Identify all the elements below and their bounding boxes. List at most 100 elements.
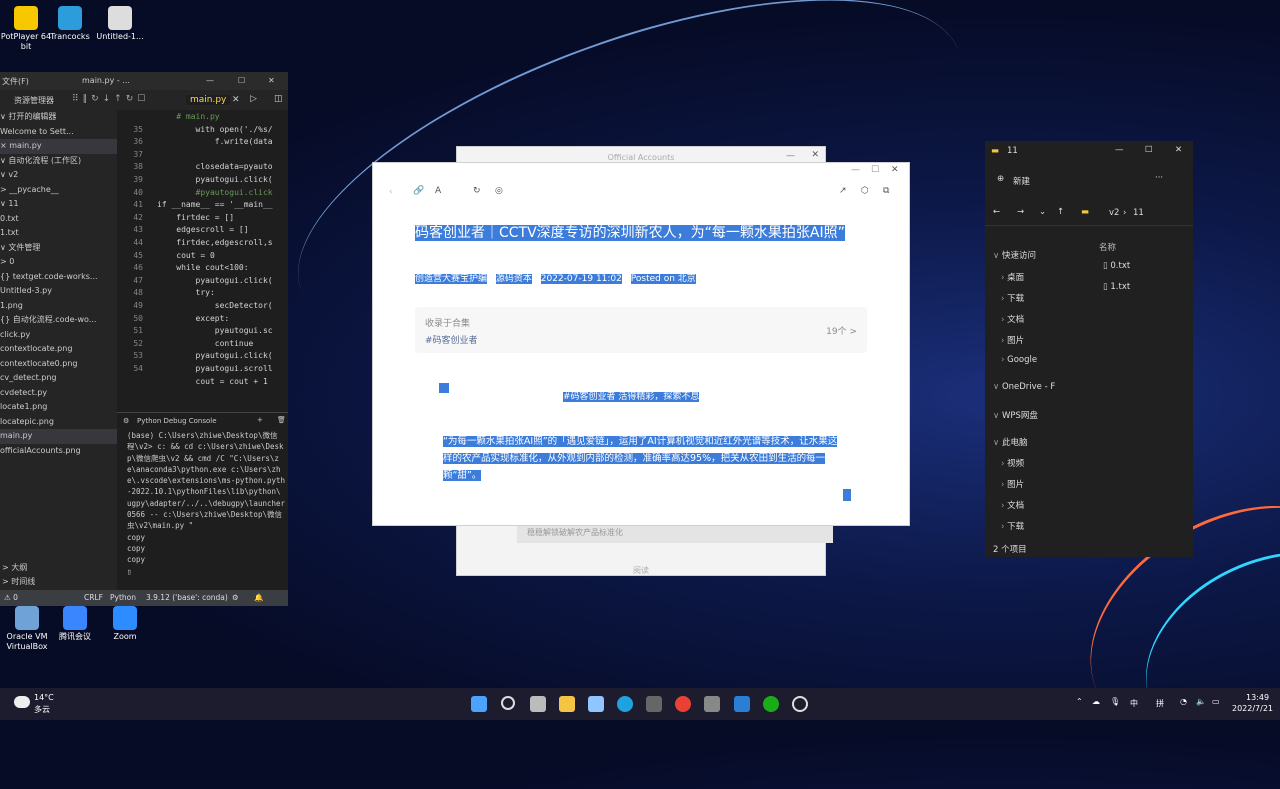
path-segment[interactable]: v2 (1109, 208, 1119, 218)
code-editor[interactable]: # main.py 35 with open('./%s/36 f.write(d… (117, 110, 288, 410)
mic-icon[interactable]: 🎙 (1110, 697, 1120, 706)
account-name[interactable]: 源码资本 (495, 274, 532, 284)
terminal[interactable]: (base) C:\Users\zhiwe\Desktop\微信 程\v2> c:… (117, 430, 288, 590)
explorer-item[interactable]: ∨ 11 (0, 197, 117, 212)
nav-item[interactable]: › 下载 (1001, 520, 1024, 532)
nav-item[interactable]: › 文档 (1001, 313, 1024, 325)
weather-desc[interactable]: 多云 (34, 704, 50, 715)
nav-item[interactable]: ∨ OneDrive - F (993, 382, 1055, 392)
new-button[interactable]: 新建 (1013, 175, 1030, 187)
explorer-item[interactable]: ∨ 打开的编辑器 (0, 110, 117, 125)
tray-chevron-icon[interactable]: ⌃ (1076, 697, 1083, 706)
explorer-item[interactable]: Welcome to Sett... (0, 125, 117, 140)
file-item[interactable]: ▯ 0.txt (1103, 261, 1130, 271)
maximize-icon[interactable]: ☐ (238, 76, 245, 85)
nav-item[interactable]: ∨ 快速访问 (993, 249, 1036, 261)
explorer-item[interactable]: > __pycache__ (0, 183, 117, 198)
link-icon[interactable]: 🔗 (413, 186, 424, 196)
explorer-item[interactable]: {} textget.code-works... (0, 270, 117, 285)
explorer-item[interactable]: > 0 (0, 255, 117, 270)
explorer-item[interactable]: locatepic.png (0, 415, 117, 430)
share-icon[interactable]: ↗ (839, 186, 847, 196)
path-segment[interactable]: 11 (1133, 208, 1144, 218)
desktop-icon-zoom[interactable]: Zoom (98, 606, 152, 642)
ime-mode[interactable]: 拼 (1156, 698, 1164, 709)
volume-icon[interactable]: 🔈 (1196, 697, 1206, 706)
column-header[interactable]: 名称 (1099, 241, 1116, 253)
new-icon[interactable]: ⊕ (997, 174, 1004, 184)
menu-file[interactable]: 文件(F) (2, 76, 29, 87)
nav-item[interactable]: › 图片 (1001, 478, 1024, 490)
task-view-icon[interactable] (530, 696, 546, 712)
language-status[interactable]: Python (110, 593, 136, 602)
explorer-item[interactable]: Untitled-3.py (0, 284, 117, 299)
ime-lang[interactable]: 中 (1130, 698, 1138, 709)
nav-item[interactable]: › 文档 (1001, 499, 1024, 511)
run-icon[interactable]: ▷ (250, 94, 257, 104)
vscode-icon[interactable] (734, 696, 750, 712)
add-terminal-icon[interactable]: + (257, 416, 263, 424)
close-icon[interactable]: ✕ (1175, 145, 1182, 155)
store-icon[interactable] (646, 696, 662, 712)
edge-icon[interactable] (617, 696, 633, 712)
nav-item[interactable]: › Google (1001, 355, 1037, 365)
minimize-icon[interactable]: — (1115, 145, 1124, 155)
start-icon[interactable] (471, 696, 487, 712)
font-icon[interactable]: A (435, 186, 441, 196)
eol-status[interactable]: CRLF (84, 593, 103, 602)
close-tab-icon[interactable]: ✕ (232, 95, 240, 105)
close-icon[interactable]: ✕ (268, 76, 275, 85)
file-item[interactable]: ▯ 1.txt (1103, 282, 1130, 292)
wechat-icon[interactable] (763, 696, 779, 712)
explorer-item[interactable]: main.py (0, 429, 117, 444)
tab-main-py[interactable]: main.py (186, 95, 231, 105)
onedrive-icon[interactable]: ☁ (1092, 697, 1100, 706)
photos-icon[interactable] (588, 696, 604, 712)
chrome-icon[interactable] (675, 696, 691, 712)
explorer-item[interactable]: cv_detect.png (0, 371, 117, 386)
minimize-icon[interactable]: — (206, 76, 214, 85)
explorer-item[interactable]: locate1.png (0, 400, 117, 415)
minimize-icon[interactable]: — (786, 151, 795, 161)
debug-toolbar[interactable]: ⠿‖↻↓↑↻☐ (72, 94, 149, 104)
back-icon[interactable]: ‹ (389, 187, 393, 197)
nav-item[interactable]: › 视频 (1001, 457, 1024, 469)
minimize-icon[interactable]: — (851, 165, 860, 175)
explorer-item[interactable]: ∨ v2 (0, 168, 117, 183)
more-icon[interactable]: ··· (1155, 173, 1163, 183)
cube-icon[interactable]: ⬡ (861, 186, 869, 196)
explorer-item[interactable]: × main.py (0, 139, 117, 154)
pin-icon[interactable]: ⧉ (883, 186, 889, 196)
close-icon[interactable]: ✕ (811, 150, 819, 160)
terminal-tab[interactable]: Python Debug Console (137, 417, 217, 425)
interpreter-status[interactable]: 3.9.12 ('base': conda) (146, 593, 228, 602)
explorer-item[interactable]: contextlocate.png (0, 342, 117, 357)
explorer-item[interactable]: officialAccounts.png (0, 444, 117, 459)
outline-section[interactable]: > 大纲 (2, 562, 27, 573)
search-icon[interactable] (501, 696, 515, 710)
trash-icon[interactable]: 🗑 (277, 416, 286, 424)
explorer-item[interactable]: 1.txt (0, 226, 117, 241)
explorer-item[interactable]: 0.txt (0, 212, 117, 227)
remote-icon[interactable]: ⚠ 0 (4, 593, 18, 602)
weather-temp[interactable]: 14°C (34, 693, 54, 702)
settings-icon[interactable] (792, 696, 808, 712)
explorer-item[interactable]: click.py (0, 328, 117, 343)
desktop-icon-virtualbox[interactable]: Oracle VM VirtualBox (0, 606, 54, 652)
nav-item[interactable]: › 下载 (1001, 292, 1024, 304)
desktop-icon-untitled[interactable]: Untitled-1... (94, 6, 146, 42)
explorer-item[interactable]: contextlocate0.png (0, 357, 117, 372)
timeline-section[interactable]: > 时间线 (2, 576, 35, 587)
browser-icon[interactable]: ◎ (495, 186, 503, 196)
bell-icon[interactable]: 🔔 (254, 593, 263, 602)
explorer-item[interactable]: cvdetect.py (0, 386, 117, 401)
back-icon[interactable]: ← (993, 207, 1000, 217)
nav-item[interactable]: › 桌面 (1001, 271, 1024, 283)
gear-icon[interactable]: ⚙ (123, 417, 129, 425)
refresh-icon[interactable]: ↻ (473, 186, 481, 196)
collection-count[interactable]: 19个 > (826, 324, 857, 337)
sync-icon[interactable]: ⚙ (232, 593, 239, 602)
up-icon[interactable]: ↑ (1057, 207, 1064, 217)
explorer-item[interactable]: ∨ 自动化流程 (工作区) (0, 154, 117, 169)
wifi-icon[interactable]: ◔ (1180, 697, 1187, 706)
